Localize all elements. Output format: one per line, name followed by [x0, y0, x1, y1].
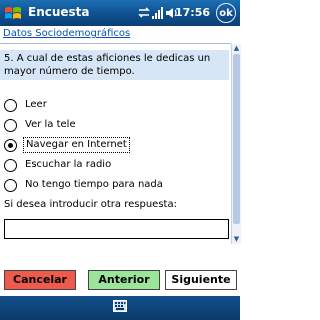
radio-button[interactable] — [4, 179, 17, 192]
radio-button[interactable] — [4, 99, 17, 112]
radio-button[interactable] — [4, 119, 17, 132]
title-bar: Encuesta 17:56 ok — [0, 0, 240, 26]
windows-flag-icon[interactable] — [3, 3, 23, 23]
other-answer-label: Si desea introducir otra respuesta: — [4, 199, 177, 210]
option-label[interactable]: No tengo tiempo para nada — [23, 178, 165, 192]
scrollbar[interactable]: ▲ ▼ — [231, 44, 241, 244]
cancel-button[interactable]: Cancelar — [4, 270, 76, 290]
keyboard-icon[interactable] — [113, 300, 127, 312]
scroll-down-icon[interactable]: ▼ — [232, 235, 241, 244]
question-text: 5. A cual de estas aficiones le dedicas … — [4, 53, 211, 77]
option-label[interactable]: Leer — [23, 98, 49, 112]
option-label[interactable]: Escuchar la radio — [23, 158, 113, 172]
question-box: 5. A cual de estas aficiones le dedicas … — [0, 50, 229, 80]
signal-icon[interactable] — [151, 5, 165, 21]
radio-button-selected[interactable] — [4, 139, 17, 152]
ok-button[interactable]: ok — [216, 3, 236, 23]
section-link[interactable]: Datos Sociodemográficos — [3, 28, 130, 39]
option-label[interactable]: Navegar en Internet — [23, 137, 130, 153]
radio-button[interactable] — [4, 159, 17, 172]
app-title: Encuesta — [28, 5, 90, 19]
bottom-bar — [0, 296, 240, 320]
connectivity-icon[interactable] — [137, 5, 151, 21]
divider — [0, 43, 231, 44]
next-button[interactable]: Siguiente — [165, 270, 237, 290]
other-answer-input[interactable] — [4, 219, 229, 239]
clock[interactable]: 17:56 — [175, 6, 210, 19]
option-label[interactable]: Ver la tele — [23, 118, 78, 132]
scroll-up-icon[interactable]: ▲ — [232, 44, 241, 53]
scroll-thumb[interactable] — [233, 54, 240, 224]
previous-button[interactable]: Anterior — [88, 270, 160, 290]
